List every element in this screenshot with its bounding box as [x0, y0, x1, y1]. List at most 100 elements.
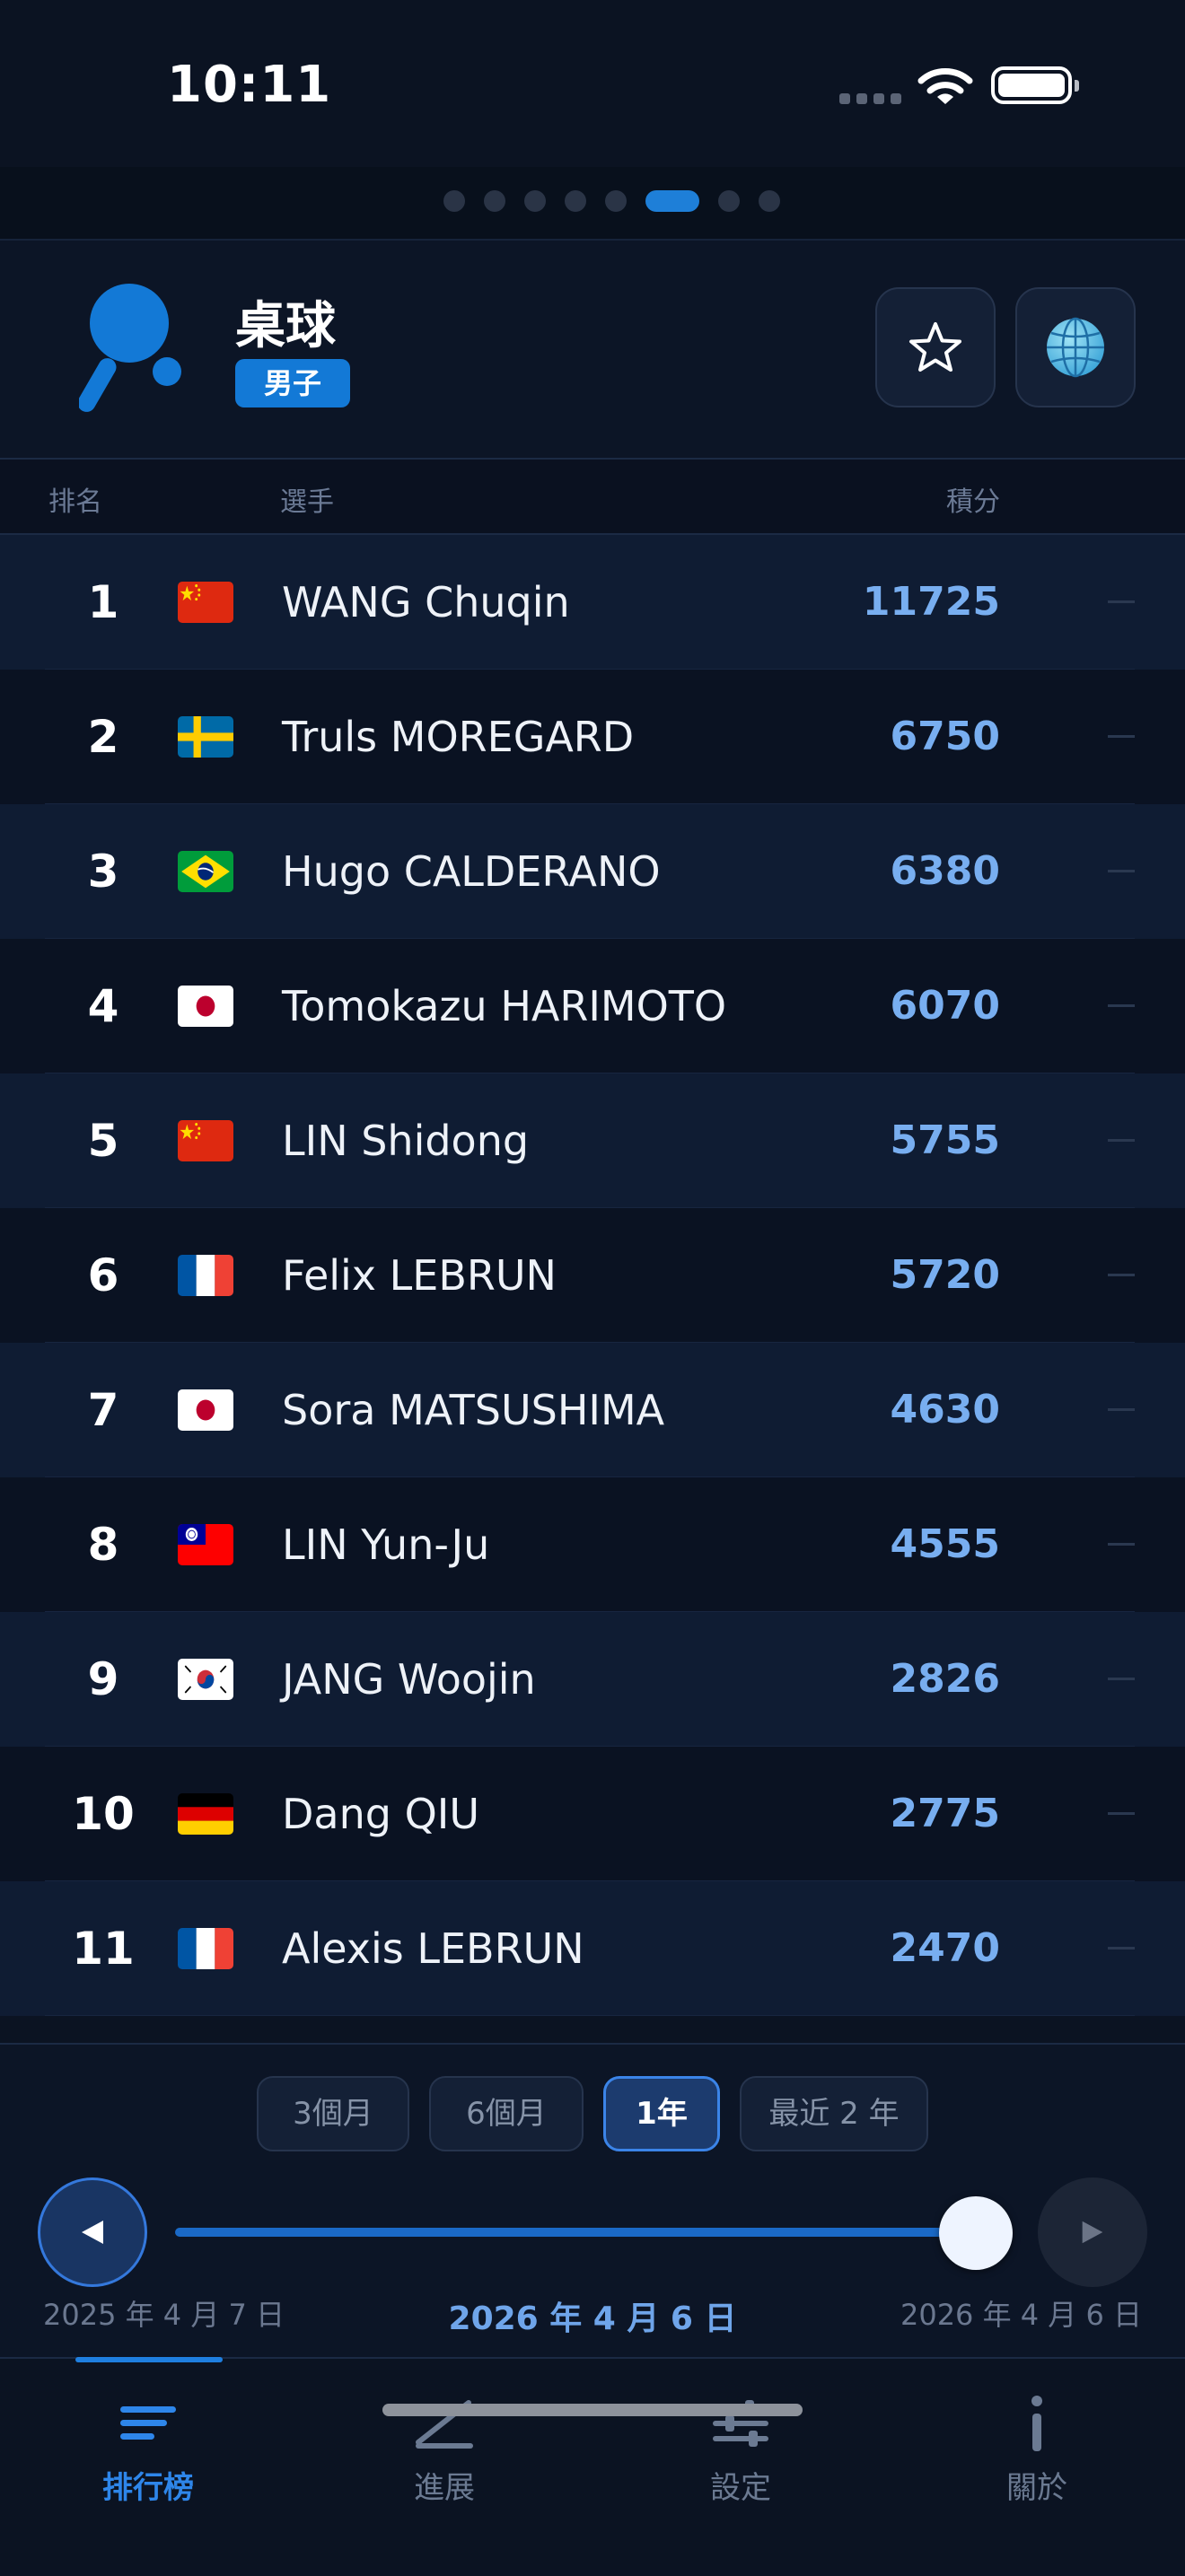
player-name: Hugo CALDERANO: [282, 847, 661, 896]
tab-progress-label: 進展: [414, 2470, 475, 2506]
table-row[interactable]: 6 Felix LEBRUN 5720: [0, 1208, 1185, 1343]
favorite-button[interactable]: [875, 287, 996, 407]
player-name: Truls MOREGARD: [282, 713, 635, 761]
gender-badge[interactable]: 男子: [235, 359, 350, 407]
end-date-label: 2026 年 4 月 6 日: [900, 2298, 1142, 2332]
table-tennis-paddle-icon: [79, 284, 181, 412]
trend-dash-icon: [1108, 1408, 1135, 1411]
player-points: 6070: [890, 983, 1000, 1029]
date-slider-thumb[interactable]: [939, 2196, 1013, 2270]
previous-date-button[interactable]: [38, 2177, 147, 2287]
tab-rankings[interactable]: 排行榜: [0, 2391, 296, 2508]
player-points: 5720: [890, 1252, 1000, 1298]
page-dot[interactable]: [484, 190, 505, 212]
player-name: Sora MATSUSHIMA: [282, 1386, 665, 1434]
player-name: JANG Woojin: [282, 1655, 536, 1704]
status-bar: 10:11: [0, 0, 1185, 167]
player-name: LIN Shidong: [282, 1117, 530, 1165]
globe-icon: [1047, 317, 1104, 378]
tab-about[interactable]: 關於: [889, 2391, 1185, 2508]
tab-bar: 排行榜 進展 設定 關於: [0, 2357, 1185, 2576]
page-dot[interactable]: [718, 190, 740, 212]
flag-jp-icon: [178, 1389, 233, 1431]
rank-number: 10: [72, 1788, 135, 1840]
page-dot[interactable]: [605, 190, 627, 212]
flag-cn-icon: [178, 1120, 233, 1161]
page-dot[interactable]: [645, 190, 699, 212]
table-row[interactable]: 4 Tomokazu HARIMOTO 6070: [0, 939, 1185, 1073]
period-3-months-button[interactable]: 3個月: [257, 2076, 409, 2151]
rank-number: 3: [87, 846, 119, 898]
sport-header: 桌球 男子: [0, 241, 1185, 460]
date-slider-track[interactable]: [175, 2228, 976, 2237]
flag-fr-icon: [178, 1255, 233, 1296]
rank-column-header: 排名: [48, 486, 102, 518]
player-points: 4630: [890, 1387, 1000, 1433]
info-icon: [1031, 2396, 1042, 2451]
rank-number: 7: [87, 1384, 119, 1436]
triangle-right-icon: [1082, 2221, 1103, 2244]
wifi-icon: [917, 68, 973, 104]
period-2-years-button[interactable]: 最近 2 年: [740, 2076, 928, 2151]
trend-dash-icon: [1108, 1139, 1135, 1142]
flag-cn-icon: [178, 582, 233, 623]
player-points: 2826: [890, 1656, 1000, 1702]
player-points: 6380: [890, 848, 1000, 894]
table-row[interactable]: 9 JANG Woojin 2826: [0, 1612, 1185, 1747]
trend-dash-icon: [1108, 1543, 1135, 1546]
column-headers: 排名 選手 積分: [0, 460, 1185, 535]
trend-dash-icon: [1108, 1274, 1135, 1276]
home-indicator[interactable]: [382, 2404, 803, 2416]
trend-dash-icon: [1108, 1812, 1135, 1815]
flag-fr-icon: [178, 1928, 233, 1969]
rank-number: 2: [87, 711, 119, 763]
trend-dash-icon: [1108, 735, 1135, 738]
player-name: Felix LEBRUN: [282, 1251, 557, 1300]
language-button[interactable]: [1015, 287, 1136, 407]
player-name: WANG Chuqin: [282, 578, 570, 626]
points-column-header: 積分: [946, 486, 1000, 518]
triangle-left-icon: [82, 2221, 103, 2244]
page-dot[interactable]: [565, 190, 586, 212]
trend-dash-icon: [1108, 870, 1135, 872]
battery-icon: [991, 66, 1079, 104]
player-points: 6750: [890, 714, 1000, 759]
flag-kr-icon: [178, 1659, 233, 1700]
table-row[interactable]: 1 WANG Chuqin 11725: [0, 535, 1185, 670]
period-selector: 3個月 6個月 1年 最近 2 年 2025 年 4 月 7 日 2026 年 …: [0, 2043, 1185, 2361]
star-icon: [909, 322, 961, 372]
player-column-header: 選手: [280, 486, 334, 518]
status-time: 10:11: [167, 56, 332, 114]
rank-number: 11: [72, 1923, 135, 1975]
table-row[interactable]: 7 Sora MATSUSHIMA 4630: [0, 1343, 1185, 1477]
player-points: 5755: [890, 1117, 1000, 1163]
list-icon: [120, 2406, 176, 2440]
sport-title: 桌球: [235, 297, 336, 355]
rank-number: 8: [87, 1519, 119, 1571]
table-row[interactable]: 10 Dang QIU 2775: [0, 1747, 1185, 1881]
ranking-list[interactable]: 1 WANG Chuqin 11725 2 Truls MOREGARD 6750 3 Hug…: [0, 535, 1185, 2016]
page-indicator[interactable]: [0, 167, 1185, 241]
period-6-months-button[interactable]: 6個月: [429, 2076, 584, 2151]
next-date-button[interactable]: [1038, 2177, 1147, 2287]
player-points: 11725: [862, 579, 1000, 625]
flag-tw-icon: [178, 1524, 233, 1565]
rank-number: 1: [87, 576, 119, 628]
flag-br-icon: [178, 851, 233, 892]
table-row[interactable]: 3 Hugo CALDERANO 6380: [0, 804, 1185, 939]
player-name: Alexis LEBRUN: [282, 1924, 584, 1973]
player-name: LIN Yun-Ju: [282, 1520, 490, 1569]
period-1-year-button[interactable]: 1年: [603, 2076, 720, 2151]
table-row[interactable]: 11 Alexis LEBRUN 2470: [0, 1881, 1185, 2016]
page-dot[interactable]: [524, 190, 546, 212]
page-dot[interactable]: [443, 190, 465, 212]
tab-settings-label: 設定: [710, 2470, 771, 2506]
rank-number: 6: [87, 1249, 119, 1301]
page-dot[interactable]: [759, 190, 780, 212]
player-name: Tomokazu HARIMOTO: [282, 982, 727, 1030]
trend-dash-icon: [1108, 1004, 1135, 1007]
cellular-signal-icon: [839, 93, 901, 104]
table-row[interactable]: 2 Truls MOREGARD 6750: [0, 670, 1185, 804]
table-row[interactable]: 5 LIN Shidong 5755: [0, 1073, 1185, 1208]
table-row[interactable]: 8 LIN Yun-Ju 4555: [0, 1477, 1185, 1612]
